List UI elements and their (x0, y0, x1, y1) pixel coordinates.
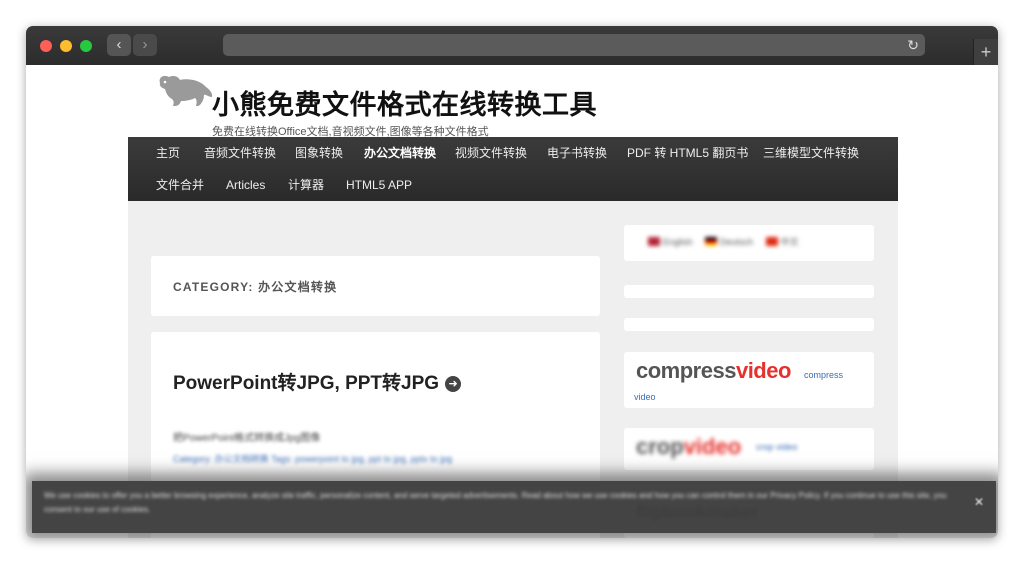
close-icon[interactable]: ✕ (974, 495, 984, 509)
flag-cn-icon (765, 237, 778, 246)
logo-text-part1: crop (636, 434, 684, 459)
menu-item-pdf-html5[interactable]: PDF 转 HTML5 翻页书 (627, 137, 748, 169)
language-list: English Deutsch 中文 (648, 235, 799, 248)
close-window-button[interactable] (40, 40, 52, 52)
menu-item-home[interactable]: 主页 (156, 137, 180, 169)
compress-video-link-wrap: compress video (634, 364, 859, 408)
menu-item-3d-model[interactable]: 三维模型文件转换 (763, 137, 859, 169)
language-deutsch-link[interactable]: Deutsch (720, 237, 753, 247)
crop-video-link[interactable]: crop video (756, 442, 798, 452)
post-meta-links[interactable]: Category: 办公文档转换 Tags: powerpoint to jpg… (173, 452, 452, 465)
menu-item-audio[interactable]: 音频文件转换 (204, 137, 276, 169)
bear-logo-icon[interactable] (156, 73, 214, 109)
flag-de-icon (705, 237, 718, 246)
new-tab-button[interactable]: + (973, 39, 998, 65)
browser-toolbar: ‹ › ↻ + (26, 26, 998, 65)
page-viewport: 小熊免费文件格式在线转换工具 免费在线转换Office文档,音视频文件,图像等各… (26, 65, 998, 538)
cookie-consent-bar: We use cookies to offer you a better bro… (32, 481, 996, 533)
language-english-link[interactable]: English (663, 237, 693, 247)
address-bar[interactable]: ↻ (223, 34, 925, 56)
main-menu: 主页 音频文件转换 图象转换 办公文档转换 视频文件转换 电子书转换 PDF 转… (128, 137, 898, 201)
chevron-left-icon: ‹ (116, 36, 122, 53)
cookie-consent-text: We use cookies to offer you a better bro… (44, 491, 947, 514)
chevron-right-icon: › (142, 36, 148, 53)
language-chinese-link[interactable]: 中文 (781, 237, 799, 247)
archive-header: CATEGORY: 办公文档转换 (151, 256, 600, 316)
post-title-text: PowerPoint转JPG, PPT转JPG (173, 373, 440, 394)
browser-window: ‹ › ↻ + 小熊免费文件格式在线转换工具 免费在线转换Office文档,音视… (26, 26, 998, 538)
sidebar-widget-empty (624, 285, 874, 298)
compress-video-link[interactable]: compress video (634, 370, 843, 402)
menu-item-ebook[interactable]: 电子书转换 (547, 137, 607, 169)
sidebar-widget-empty (624, 318, 874, 331)
flag-en-icon (648, 237, 660, 246)
language-widget: English Deutsch 中文 (624, 225, 874, 261)
menu-item-articles[interactable]: Articles (226, 169, 265, 201)
arrow-right-icon[interactable]: ➜ (445, 376, 462, 392)
menu-item-office[interactable]: 办公文档转换 (364, 137, 436, 169)
crop-video-widget: cropvideo crop video (624, 428, 874, 470)
back-button[interactable]: ‹ (107, 34, 131, 56)
compress-video-widget: compressvideo compress video (624, 352, 874, 408)
forward-button[interactable]: › (133, 34, 157, 56)
reload-icon[interactable]: ↻ (907, 34, 919, 56)
logo-text-part2: video (683, 434, 742, 459)
menu-item-html5-app[interactable]: HTML5 APP (346, 169, 412, 201)
minimize-window-button[interactable] (60, 40, 72, 52)
menu-item-video[interactable]: 视频文件转换 (455, 137, 527, 169)
post-title-link[interactable]: PowerPoint转JPG, PPT转JPG ➜ (173, 368, 462, 395)
menu-item-merge[interactable]: 文件合并 (156, 169, 204, 201)
zoom-window-button[interactable] (80, 40, 92, 52)
menu-item-image[interactable]: 图象转换 (295, 137, 343, 169)
crop-video-logo[interactable]: cropvideo (636, 434, 741, 460)
post-excerpt: 把PowerPoint格式转换成Jpg图像 (173, 433, 321, 444)
archive-title: CATEGORY: 办公文档转换 (173, 280, 338, 294)
plus-icon: + (980, 42, 992, 62)
menu-item-calculator[interactable]: 计算器 (288, 169, 324, 201)
site-title[interactable]: 小熊免费文件格式在线转换工具 (212, 83, 597, 122)
